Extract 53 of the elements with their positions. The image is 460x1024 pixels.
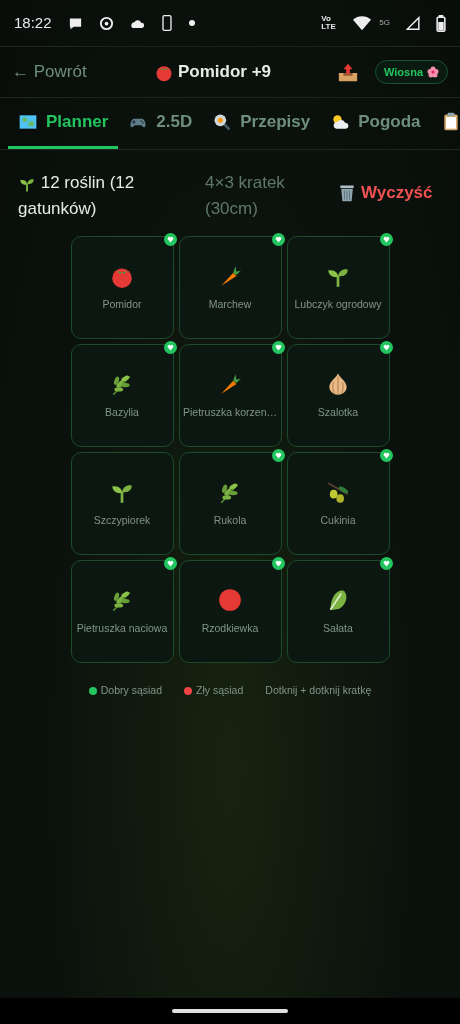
- sun-cloud-icon: [330, 112, 351, 132]
- plant-name: Pietruszka naciowa: [76, 620, 168, 636]
- plant-name: Rzodkiewka: [201, 620, 259, 636]
- plant-cell[interactable]: Pietruszka korzen…: [178, 344, 282, 447]
- plant-cell[interactable]: Pietruszka naciowa: [70, 560, 174, 663]
- plant-cell[interactable]: Rukola: [178, 452, 282, 555]
- radish-icon: [217, 586, 243, 613]
- plant-cell[interactable]: Szczypiorek: [70, 452, 174, 555]
- wifi-icon: [353, 15, 372, 31]
- plant-name: Pomidor: [102, 296, 142, 312]
- network-generation: 5G: [379, 17, 390, 29]
- tab[interactable]: Przepisy: [202, 98, 321, 149]
- map-icon: [18, 112, 38, 132]
- frying-pan-icon: [212, 112, 233, 132]
- trash-icon: [337, 183, 357, 203]
- plant-count: 12 roślin (12 gatunków): [18, 172, 136, 221]
- browser-icon: [98, 15, 114, 31]
- plant-cell[interactable]: Sałata: [286, 560, 390, 663]
- plant-cell[interactable]: Szalotka: [286, 344, 390, 447]
- status-time: 18:22: [14, 12, 52, 33]
- tab[interactable]: Planner: [8, 98, 119, 149]
- plant-cell[interactable]: Bazylia: [70, 344, 174, 447]
- blossom-icon: [427, 66, 439, 78]
- back-link[interactable]: ← Powrót: [12, 59, 142, 85]
- tab[interactable]: 2.5D: [118, 98, 203, 149]
- plant-name: Cukinia: [320, 512, 356, 528]
- plant-name: Marchew: [208, 296, 252, 312]
- dot-icon: [188, 20, 195, 26]
- page-title: Pomidor +9: [178, 61, 272, 84]
- plant-name: Lubczyk ogrodowy: [294, 296, 382, 312]
- signal-icon: [406, 15, 420, 31]
- plant-cell[interactable]: Cukinia: [286, 452, 390, 555]
- grid-size: 4×3 kratek (30cm): [205, 172, 286, 221]
- outbox-tray-icon: [337, 61, 359, 84]
- tab[interactable]: Pogoda: [320, 98, 431, 149]
- battery-icon: [436, 14, 446, 32]
- plant-cell[interactable]: Rzodkiewka: [178, 560, 282, 663]
- network-type: Vo LTE: [321, 15, 337, 31]
- phone-icon: [160, 15, 173, 31]
- plant-name: Bazylia: [105, 404, 139, 420]
- legend-label: Dotknij + dotknij kratkę: [265, 683, 372, 698]
- season-chip[interactable]: Wiosna: [375, 59, 448, 85]
- plant-name: Sałata: [323, 620, 353, 636]
- legend-label: Zły sąsiad: [196, 683, 244, 698]
- legend-label: Dobry sąsiad: [100, 683, 163, 698]
- plant-cell[interactable]: Marchew: [178, 236, 282, 339]
- plant-name: Rukola: [213, 512, 247, 528]
- plant-cell[interactable]: Lubczyk ogrodowy: [286, 236, 390, 339]
- plant-name: Szczypiorek: [93, 512, 151, 528]
- plant-name: Szalotka: [317, 404, 359, 420]
- clear-button[interactable]: Wyczyść: [337, 180, 433, 206]
- plant-cell[interactable]: Pomidor: [70, 236, 174, 339]
- plant-name: Pietruszka korzen…: [183, 404, 277, 420]
